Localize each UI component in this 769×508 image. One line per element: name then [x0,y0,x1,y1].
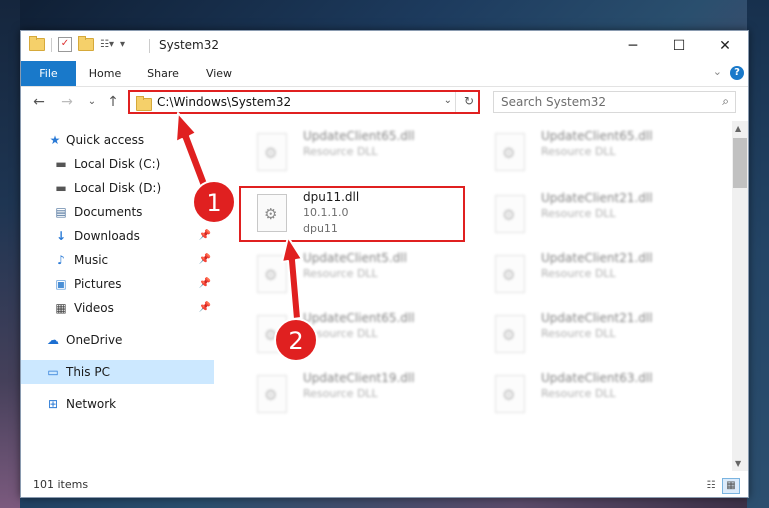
file-item[interactable]: UpdateClient21.dll Resource DLL [477,307,703,363]
pictures-icon: ▣ [55,277,67,291]
minimize-button[interactable]: ─ [610,31,656,61]
help-icon[interactable]: ? [730,66,744,80]
videos-icon: ▦ [55,301,67,315]
file-list: UpdateClient65.dll Resource DLL UpdateCl… [221,121,733,467]
back-button[interactable]: ← [30,92,48,112]
file-item[interactable]: UpdateClient21.dll Resource DLL [477,187,703,243]
sidebar-item-local-disk-c[interactable]: ▬ Local Disk (C:) [21,152,214,176]
dll-file-icon [257,375,287,413]
qat-dropdown-icon[interactable]: ▾ [120,39,134,51]
folder-icon [29,36,45,51]
explorer-window: ✓ ☷▾ ▾ System32 ─ ☐ ✕ File Home Share Vi… [20,30,749,498]
search-box[interactable]: Search System32 ⌕ [493,91,736,113]
dll-file-icon [257,315,287,353]
dll-file-icon [257,133,287,171]
quick-access-toolbar: ✓ ☷▾ ▾ [29,36,134,52]
address-bar[interactable]: C:\Windows\System32 ⌄ ↻ [128,90,480,114]
dll-file-icon [257,194,287,232]
file-item[interactable]: UpdateClient21.dll Resource DLL [477,247,703,303]
customize-icon[interactable]: ☷▾ [100,39,114,51]
sidebar-item-pictures[interactable]: ▣ Pictures 📌 [21,272,214,296]
desktop-background-left [0,0,20,508]
cloud-icon: ☁ [47,333,59,347]
desktop-background-right [747,0,769,508]
sidebar-item-videos[interactable]: ▦ Videos 📌 [21,296,214,320]
music-icon: ♪ [57,253,65,267]
tab-share[interactable]: Share [139,61,187,86]
maximize-button[interactable]: ☐ [656,31,702,61]
sidebar-item-network[interactable]: ⊞ Network [21,392,214,416]
sidebar-item-documents[interactable]: ▤ Documents 📌 [21,200,214,224]
dll-file-icon [495,133,525,171]
status-bar: 101 items ☷ ▦ [21,474,748,497]
file-item[interactable]: UpdateClient65.dll Resource DLL [477,125,703,181]
properties-icon[interactable]: ✓ [58,37,72,52]
star-icon: ★ [49,133,61,147]
scroll-up-icon[interactable]: ▲ [735,124,741,133]
dll-file-icon [495,375,525,413]
item-count: 101 items [33,478,89,491]
file-item-dpu11-dll[interactable]: dpu11.dll 10.1.1.0 dpu11 [239,186,465,242]
refresh-icon[interactable]: ↻ [464,94,474,108]
sidebar-item-onedrive[interactable]: ☁ OneDrive [21,328,214,352]
forward-button[interactable]: → [58,92,76,112]
ribbon-tabs: File Home Share View ⌄ ? [21,61,748,87]
file-item[interactable]: UpdateClient19.dll Resource DLL [239,367,465,423]
vertical-scrollbar[interactable]: ▲ ▼ [732,121,748,471]
address-path[interactable]: C:\Windows\System32 [157,95,291,109]
folder-icon [136,96,152,111]
file-name: dpu11.dll [303,190,360,204]
address-dropdown-icon[interactable]: ⌄ [444,95,452,106]
pin-icon[interactable]: 📌 [199,272,211,296]
dll-file-icon [257,255,287,293]
scrollbar-thumb[interactable] [733,138,747,188]
sidebar-item-music[interactable]: ♪ Music 📌 [21,248,214,272]
title-bar: ✓ ☷▾ ▾ System32 ─ ☐ ✕ [21,31,748,61]
sidebar-item-downloads[interactable]: ↓ Downloads 📌 [21,224,214,248]
recent-locations-button[interactable]: ⌄ [83,92,101,112]
dll-file-icon [495,315,525,353]
new-folder-icon[interactable] [78,36,94,51]
dll-file-icon [495,195,525,233]
pin-icon[interactable]: 📌 [199,224,211,248]
sidebar-item-quick-access[interactable]: ★ Quick access [21,128,214,152]
navigation-pane: ★ Quick access ▬ Local Disk (C:) ▬ Local… [21,121,214,473]
file-item[interactable]: UpdateClient65.dll Resource DLL [239,307,465,363]
pin-icon[interactable]: 📌 [199,296,211,320]
drive-icon: ▬ [55,157,67,171]
navigation-bar: ← → ⌄ ↑ C:\Windows\System32 ⌄ ↻ Search S… [21,87,748,117]
details-view-icon[interactable]: ☷ [702,478,720,494]
file-item[interactable]: UpdateClient5.dll Resource DLL [239,247,465,303]
up-button[interactable]: ↑ [104,92,122,112]
tab-view[interactable]: View [195,61,243,86]
tab-home[interactable]: Home [81,61,129,86]
close-button[interactable]: ✕ [702,31,748,61]
drive-icon: ▬ [55,181,67,195]
pin-icon[interactable]: 📌 [199,248,211,272]
tiles-view-icon[interactable]: ▦ [722,478,740,494]
expand-ribbon-icon[interactable]: ⌄ [713,65,722,78]
computer-icon: ▭ [47,365,59,379]
documents-icon: ▤ [55,205,67,219]
file-version: 10.1.1.0 [303,206,349,219]
network-icon: ⊞ [47,397,59,411]
file-description: dpu11 [303,222,338,235]
window-title: System32 [159,38,220,52]
download-icon: ↓ [55,229,67,243]
file-item[interactable]: UpdateClient65.dll Resource DLL [239,125,465,181]
sidebar-item-this-pc[interactable]: ▭ This PC [21,360,214,384]
scroll-down-icon[interactable]: ▼ [735,459,741,468]
search-icon: ⌕ [722,94,729,108]
dll-file-icon [495,255,525,293]
pin-icon[interactable]: 📌 [199,200,211,224]
file-item[interactable]: UpdateClient63.dll Resource DLL [477,367,703,423]
search-input[interactable]: Search System32 [501,95,606,109]
tab-file[interactable]: File [21,61,76,86]
sidebar-item-local-disk-d[interactable]: ▬ Local Disk (D:) [21,176,214,200]
